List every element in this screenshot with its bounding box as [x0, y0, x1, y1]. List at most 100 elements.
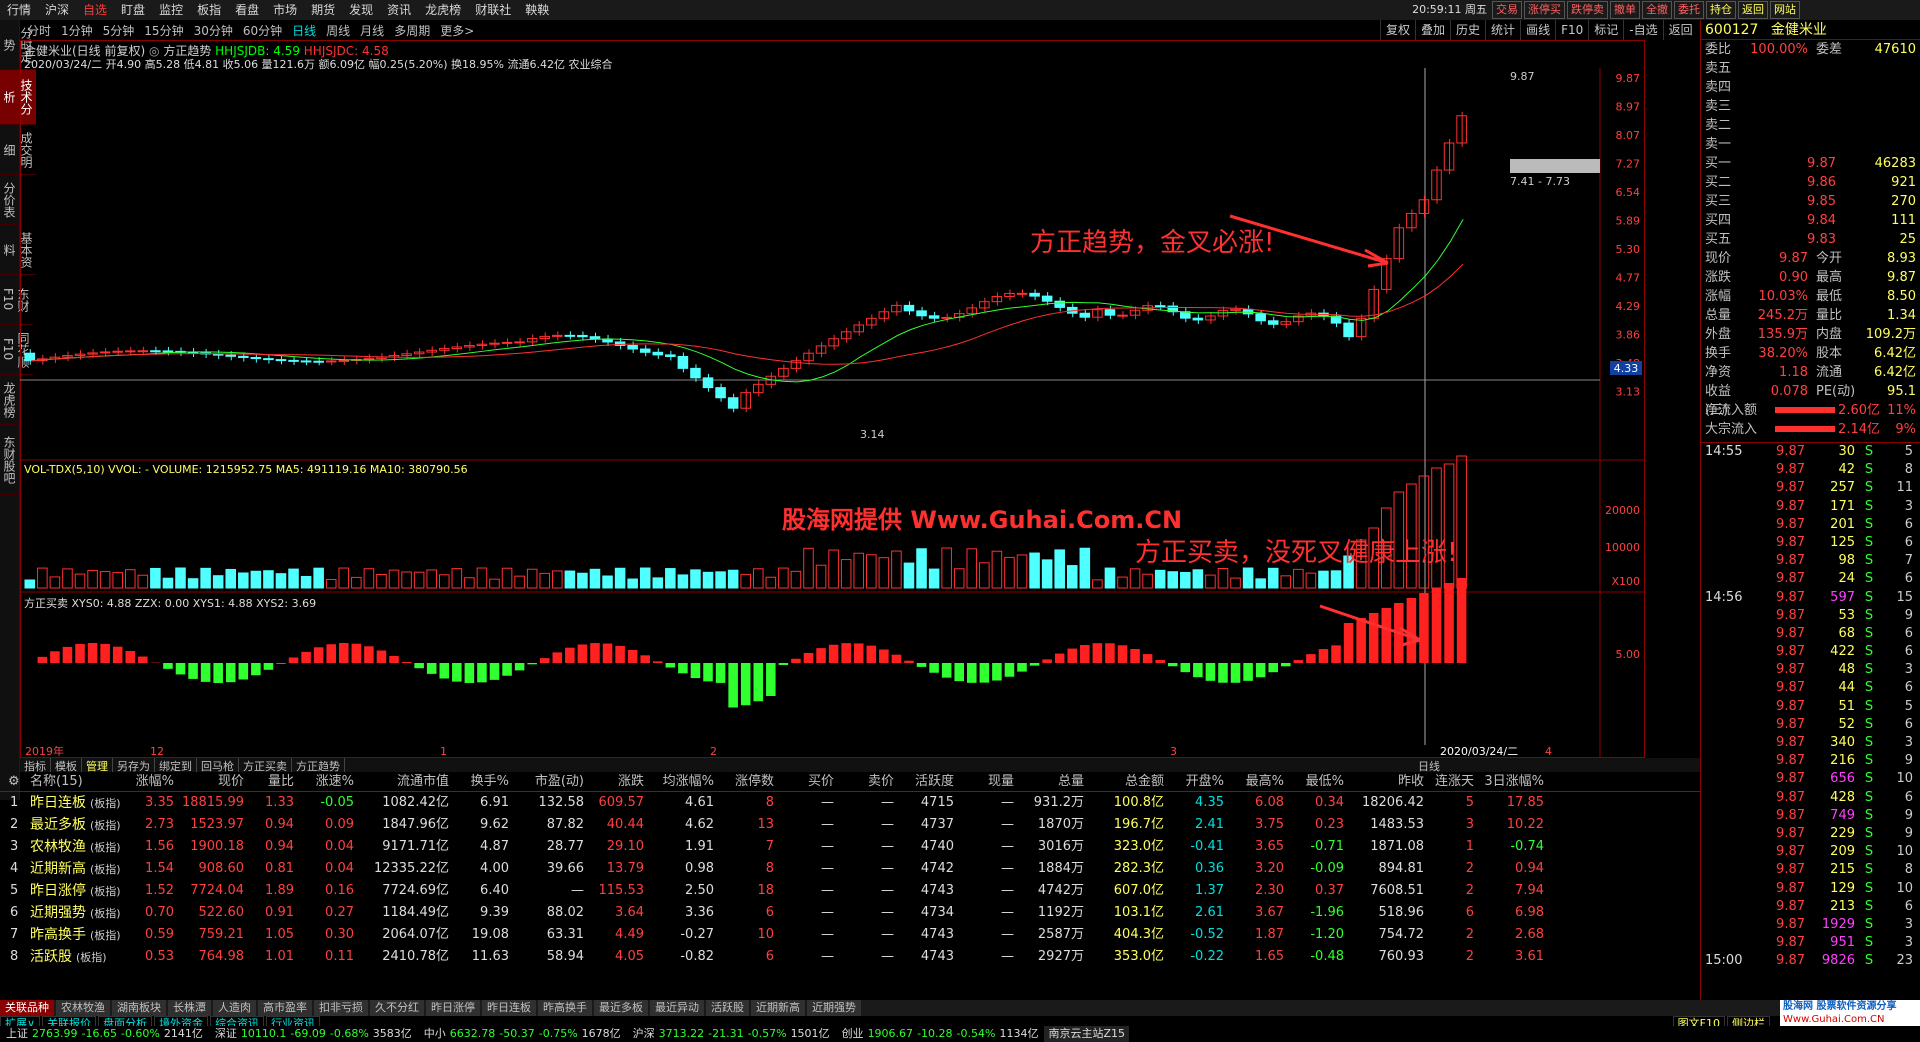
row-name[interactable]: 活跃股 (板指) [30, 946, 125, 968]
menu-item-9[interactable]: 发现 [342, 0, 380, 20]
top-button-6[interactable]: 持仓 [1706, 1, 1736, 19]
chart-tool-2[interactable]: 历史 [1450, 20, 1485, 40]
col-header-13[interactable]: 活跃度 [900, 772, 960, 791]
kline-tab-period[interactable]: 日线 [1418, 758, 1440, 773]
left-tab-8[interactable]: 东财股吧 [0, 425, 19, 495]
col-header-2[interactable]: 现价 [180, 772, 250, 791]
menu-item-4[interactable]: 监控 [152, 0, 190, 20]
col-header-22[interactable]: 3日涨幅% [1480, 772, 1550, 791]
chart-tool-1[interactable]: 叠加 [1415, 20, 1450, 40]
period-1[interactable]: 1分钟 [56, 22, 98, 39]
table-row[interactable]: 2 最近多板 (板指) 2.73 1523.97 0.94 0.09 1847.96亿 9.62… [0, 814, 1700, 836]
row-name[interactable]: 昨日连板 (板指) [30, 792, 125, 814]
col-header-16[interactable]: 总金额 [1090, 772, 1170, 791]
col-header-0[interactable]: 名称(15) [30, 772, 125, 791]
table-row[interactable]: 8 活跃股 (板指) 0.53 764.98 1.01 0.11 2410.78亿 11.63 5… [0, 946, 1700, 968]
left-tab-3[interactable]: 分价表 [0, 175, 19, 225]
period-2[interactable]: 5分钟 [98, 22, 140, 39]
kline-tab-7[interactable]: 方正趋势 [292, 758, 345, 773]
menu-item-0[interactable]: 行情 [0, 0, 38, 20]
related-tab-11[interactable]: 最近多板 [594, 1000, 648, 1016]
kline-tab-3[interactable]: 另存为 [113, 758, 155, 773]
period-9[interactable]: 多周期 [389, 22, 435, 39]
related-tab-6[interactable]: 扣非亏损 [314, 1000, 368, 1016]
kline-tab-4[interactable]: 绑定到 [155, 758, 197, 773]
top-button-7[interactable]: 返回 [1738, 1, 1768, 19]
table-row[interactable]: 6 近期强势 (板指) 0.70 522.60 0.91 0.27 1184.49亿 9.39 8… [0, 902, 1700, 924]
row-name[interactable]: 近期新高 (板指) [30, 858, 125, 880]
col-header-9[interactable]: 均涨幅% [650, 772, 720, 791]
related-tab-15[interactable]: 近期强势 [807, 1000, 861, 1016]
col-header-19[interactable]: 最低% [1290, 772, 1350, 791]
menu-item-1[interactable]: 沪深 [38, 0, 76, 20]
table-gear-icon[interactable]: ⚙ [0, 772, 30, 791]
col-header-1[interactable]: 涨幅% [125, 772, 180, 791]
chart-tool-0[interactable]: 复权 [1380, 20, 1415, 40]
col-header-18[interactable]: 最高% [1230, 772, 1290, 791]
period-8[interactable]: 月线 [355, 22, 389, 39]
related-tab-13[interactable]: 活跃股 [706, 1000, 749, 1016]
menu-item-12[interactable]: 财联社 [468, 0, 518, 20]
table-row[interactable]: 7 昨高换手 (板指) 0.59 759.21 1.05 0.30 2064.07亿 19.08… [0, 924, 1700, 946]
row-name[interactable]: 昨高换手 (板指) [30, 924, 125, 946]
col-header-17[interactable]: 开盘% [1170, 772, 1230, 791]
period-0[interactable]: 分时 [22, 22, 56, 39]
period-4[interactable]: 30分钟 [189, 22, 238, 39]
col-header-8[interactable]: 涨跌 [590, 772, 650, 791]
col-header-20[interactable]: 昨收 [1350, 772, 1430, 791]
index-3[interactable]: 沪深 3713.22 -21.31 -0.57% 1501亿 [627, 1026, 836, 1042]
menu-item-10[interactable]: 资讯 [380, 0, 418, 20]
related-tab-3[interactable]: 长株潭 [168, 1000, 211, 1016]
related-tab-2[interactable]: 湖南板块 [112, 1000, 166, 1016]
row-name[interactable]: 农林牧渔 (板指) [30, 836, 125, 858]
col-header-21[interactable]: 连涨天 [1430, 772, 1480, 791]
related-tab-8[interactable]: 昨日涨停 [426, 1000, 480, 1016]
chart-tool-6[interactable]: 标记 [1588, 20, 1623, 40]
related-tab-4[interactable]: 人造肉 [213, 1000, 256, 1016]
index-1[interactable]: 深证 10110.1 -69.09 -0.68% 3583亿 [209, 1026, 418, 1042]
table-row[interactable]: 5 昨日涨停 (板指) 1.52 7724.04 1.89 0.16 7724.69亿 6.40… [0, 880, 1700, 902]
related-tab-1[interactable]: 农林牧渔 [56, 1000, 110, 1016]
col-header-12[interactable]: 卖价 [840, 772, 900, 791]
col-header-14[interactable]: 现量 [960, 772, 1020, 791]
row-name[interactable]: 近期强势 (板指) [30, 902, 125, 924]
period-5[interactable]: 60分钟 [238, 22, 287, 39]
related-tab-5[interactable]: 高市盈率 [258, 1000, 312, 1016]
period-3[interactable]: 15分钟 [139, 22, 188, 39]
related-tab-12[interactable]: 最近异动 [650, 1000, 704, 1016]
col-header-15[interactable]: 总量 [1020, 772, 1090, 791]
col-header-5[interactable]: 流通市值 [360, 772, 455, 791]
kline-tab-2[interactable]: 管理 [82, 758, 113, 773]
top-button-1[interactable]: 涨停买 [1524, 1, 1565, 19]
related-tab-9[interactable]: 昨日连板 [482, 1000, 536, 1016]
top-button-3[interactable]: 撤单 [1610, 1, 1640, 19]
index-4[interactable]: 创业 1906.67 -10.28 -0.54% 1134亿 [836, 1026, 1045, 1042]
col-header-3[interactable]: 量比 [250, 772, 300, 791]
server-label[interactable]: 南京云主站Z15 [1044, 1026, 1129, 1042]
col-header-7[interactable]: 市盈(动) [515, 772, 590, 791]
related-tab-10[interactable]: 昨高换手 [538, 1000, 592, 1016]
left-tab-7[interactable]: 龙虎榜 [0, 375, 19, 425]
related-tab-7[interactable]: 久不分红 [370, 1000, 424, 1016]
period-6[interactable]: 日线 [287, 22, 321, 39]
top-button-4[interactable]: 全撤 [1642, 1, 1672, 19]
table-row[interactable]: 1 昨日连板 (板指) 3.35 18815.99 1.33 -0.05 1082.42亿 6.… [0, 792, 1700, 814]
period-7[interactable]: 周线 [321, 22, 355, 39]
row-name[interactable]: 最近多板 (板指) [30, 814, 125, 836]
index-2[interactable]: 中小 6632.78 -50.37 -0.75% 1678亿 [418, 1026, 627, 1042]
table-row[interactable]: 3 农林牧渔 (板指) 1.56 1900.18 0.94 0.04 9171.71亿 4.87… [0, 836, 1700, 858]
chart-tool-7[interactable]: -自选 [1623, 20, 1662, 40]
menu-item-2[interactable]: 自选 [76, 0, 114, 20]
menu-item-7[interactable]: 市场 [266, 0, 304, 20]
related-tab-14[interactable]: 近期新高 [751, 1000, 805, 1016]
col-header-6[interactable]: 换手% [455, 772, 515, 791]
menu-item-11[interactable]: 龙虎榜 [418, 0, 468, 20]
menu-item-6[interactable]: 看盘 [228, 0, 266, 20]
kline-tab-1[interactable]: 模板 [51, 758, 82, 773]
menu-item-3[interactable]: 盯盘 [114, 0, 152, 20]
top-button-8[interactable]: 网站 [1770, 1, 1800, 19]
top-button-0[interactable]: 交易 [1492, 1, 1522, 19]
table-row[interactable]: 4 近期新高 (板指) 1.54 908.60 0.81 0.04 12335.22亿 4.00… [0, 858, 1700, 880]
kline-tab-0[interactable]: 指标 [20, 758, 51, 773]
menu-item-8[interactable]: 期货 [304, 0, 342, 20]
